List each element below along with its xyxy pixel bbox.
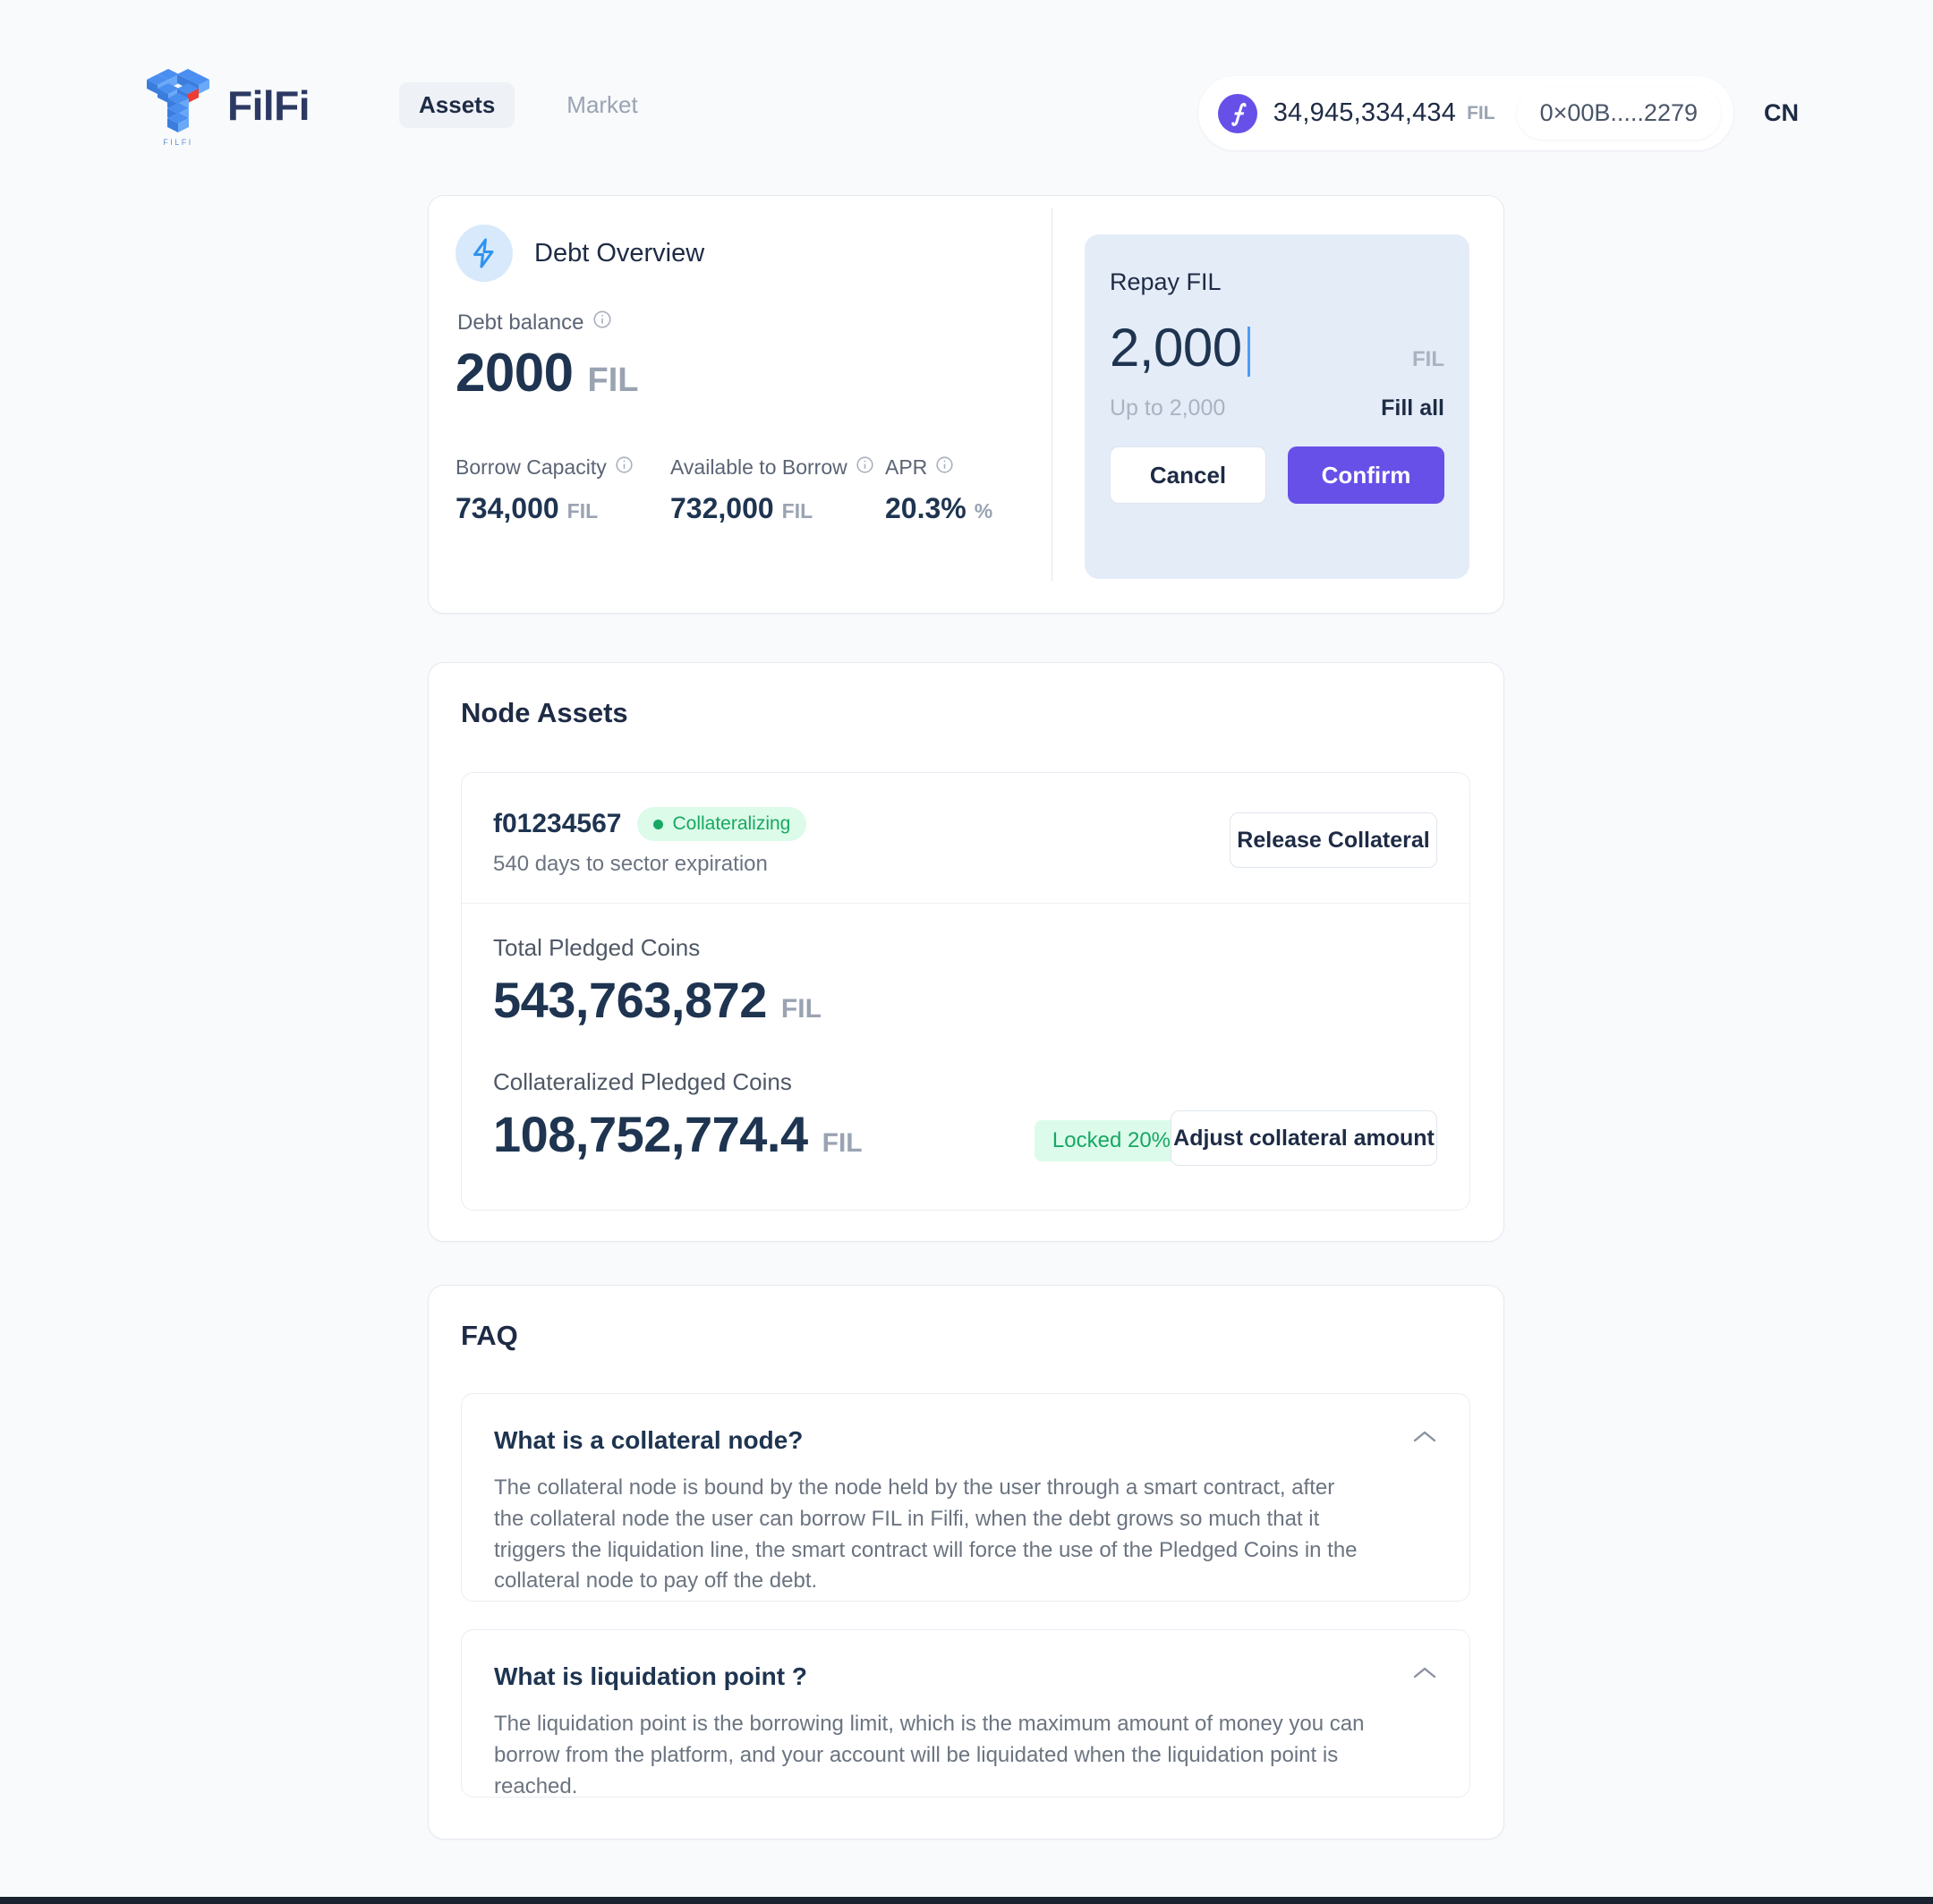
chevron-up-icon[interactable] bbox=[1410, 1664, 1439, 1682]
metric-value: 734,000 bbox=[456, 492, 559, 524]
app-header: FILFI FilFi Assets Market ⨍ 34,945,334,4… bbox=[0, 0, 1933, 161]
collateralized-pledged-block: Collateralized Pledged Coins 108,752,774… bbox=[493, 1068, 863, 1163]
status-dot-icon bbox=[653, 819, 664, 829]
metric-unit: FIL bbox=[781, 499, 813, 523]
node-id-row: f01234567 Collateralizing bbox=[493, 807, 807, 841]
faq-card: FAQ What is a collateral node? The colla… bbox=[428, 1285, 1504, 1840]
node-assets-title: Node Assets bbox=[461, 697, 628, 728]
language-switcher[interactable]: CN bbox=[1764, 99, 1799, 127]
metric-unit: FIL bbox=[566, 499, 599, 523]
faq-title: FAQ bbox=[461, 1320, 518, 1351]
collateralized-value: 108,752,774.4 bbox=[493, 1106, 808, 1162]
repay-amount-row: 2,000 FIL bbox=[1110, 317, 1444, 378]
wallet-balance-pill[interactable]: ⨍ 34,945,334,434 FIL 0×00B.....2279 bbox=[1197, 76, 1733, 150]
wallet-balance-amount: 34,945,334,434 bbox=[1273, 98, 1457, 127]
node-row: f01234567 Collateralizing 540 days to se… bbox=[461, 772, 1470, 1211]
wallet-address[interactable]: 0×00B.....2279 bbox=[1516, 87, 1721, 140]
repay-actions: Cancel Confirm bbox=[1110, 446, 1444, 504]
metric-label: Available to Borrow bbox=[670, 455, 847, 479]
total-pledged-block: Total Pledged Coins 543,763,872 FIL bbox=[493, 934, 822, 1029]
metric-label: Borrow Capacity bbox=[456, 455, 607, 479]
total-pledged-value: 543,763,872 bbox=[493, 972, 767, 1028]
collateralized-unit: FIL bbox=[822, 1128, 863, 1158]
bottom-bar bbox=[0, 1897, 1933, 1904]
repay-panel: Repay FIL 2,000 FIL Up to 2,000 Fill all… bbox=[1085, 234, 1469, 579]
locked-badge: Locked 20% bbox=[1034, 1120, 1188, 1161]
node-header: f01234567 Collateralizing 540 days to se… bbox=[462, 773, 1469, 904]
metric-unit: % bbox=[974, 499, 993, 523]
header-right: ⨍ 34,945,334,434 FIL 0×00B.....2279 CN bbox=[1197, 76, 1799, 150]
repay-hint-row: Up to 2,000 Fill all bbox=[1110, 395, 1444, 421]
nav-item-market[interactable]: Market bbox=[547, 82, 657, 128]
brand-name: FilFi bbox=[227, 82, 311, 129]
collateralized-label: Collateralized Pledged Coins bbox=[493, 1068, 792, 1095]
repay-amount-unit: FIL bbox=[1412, 347, 1444, 371]
info-circle-icon[interactable] bbox=[592, 310, 612, 336]
debt-balance-value: 2000 bbox=[456, 343, 574, 403]
faq-answer: The collateral node is bound by the node… bbox=[494, 1475, 1358, 1594]
repay-max-hint: Up to 2,000 bbox=[1110, 395, 1226, 421]
chevron-up-icon[interactable] bbox=[1410, 1428, 1439, 1446]
release-collateral-button[interactable]: Release Collateral bbox=[1230, 812, 1437, 868]
text-caret bbox=[1247, 326, 1250, 377]
metric-value: 732,000 bbox=[670, 492, 774, 524]
debt-overview-header: Debt Overview bbox=[456, 225, 704, 282]
faq-question: What is a collateral node? bbox=[494, 1426, 804, 1454]
faq-item[interactable]: What is liquidation point ? The liquidat… bbox=[461, 1629, 1470, 1798]
wallet-balance-unit: FIL bbox=[1467, 102, 1495, 123]
confirm-button[interactable]: Confirm bbox=[1288, 446, 1444, 504]
metric-value: 20.3% bbox=[885, 492, 966, 524]
main-nav: Assets Market bbox=[399, 82, 658, 128]
node-assets-card: Node Assets f01234567 Collateralizing 54… bbox=[428, 662, 1504, 1242]
svg-text:FILFI: FILFI bbox=[163, 138, 193, 147]
faq-question: What is liquidation point ? bbox=[494, 1662, 807, 1690]
debt-balance-unit: FIL bbox=[587, 361, 639, 399]
filecoin-coin-icon: ⨍ bbox=[1217, 93, 1257, 133]
total-pledged-unit: FIL bbox=[780, 994, 822, 1024]
nav-item-assets[interactable]: Assets bbox=[399, 82, 515, 128]
metric-label: APR bbox=[885, 455, 928, 479]
status-badge: Collateralizing bbox=[637, 807, 807, 841]
app-root: FILFI FilFi Assets Market ⨍ 34,945,334,4… bbox=[0, 0, 1933, 1904]
filfi-cube-logo-icon: FILFI bbox=[147, 69, 209, 147]
faq-answer: The liquidation point is the borrowing l… bbox=[494, 1712, 1365, 1798]
node-id: f01234567 bbox=[493, 809, 622, 838]
cancel-button[interactable]: Cancel bbox=[1110, 446, 1266, 504]
info-circle-icon[interactable] bbox=[615, 455, 634, 480]
debt-balance-label-row: Debt balance bbox=[457, 310, 612, 336]
fill-all-button[interactable]: Fill all bbox=[1381, 395, 1444, 421]
faq-item[interactable]: What is a collateral node? The collatera… bbox=[461, 1393, 1470, 1602]
brand-logo[interactable]: FILFI FilFi bbox=[143, 64, 311, 147]
repay-panel-title: Repay FIL bbox=[1110, 268, 1222, 295]
status-badge-label: Collateralizing bbox=[672, 813, 791, 834]
info-circle-icon[interactable] bbox=[935, 455, 954, 480]
debt-balance-value-row: 2000 FIL bbox=[456, 342, 638, 404]
info-circle-icon[interactable] bbox=[856, 455, 874, 480]
node-expiration-text: 540 days to sector expiration bbox=[493, 852, 768, 876]
total-pledged-label: Total Pledged Coins bbox=[493, 934, 701, 961]
debt-overview-title: Debt Overview bbox=[534, 238, 705, 268]
adjust-collateral-button[interactable]: Adjust collateral amount bbox=[1171, 1110, 1437, 1166]
lightning-bolt-icon bbox=[456, 225, 513, 282]
debt-balance-label: Debt balance bbox=[457, 310, 584, 335]
repay-amount-input[interactable]: 2,000 bbox=[1110, 317, 1250, 378]
repay-amount-value: 2,000 bbox=[1110, 318, 1242, 378]
